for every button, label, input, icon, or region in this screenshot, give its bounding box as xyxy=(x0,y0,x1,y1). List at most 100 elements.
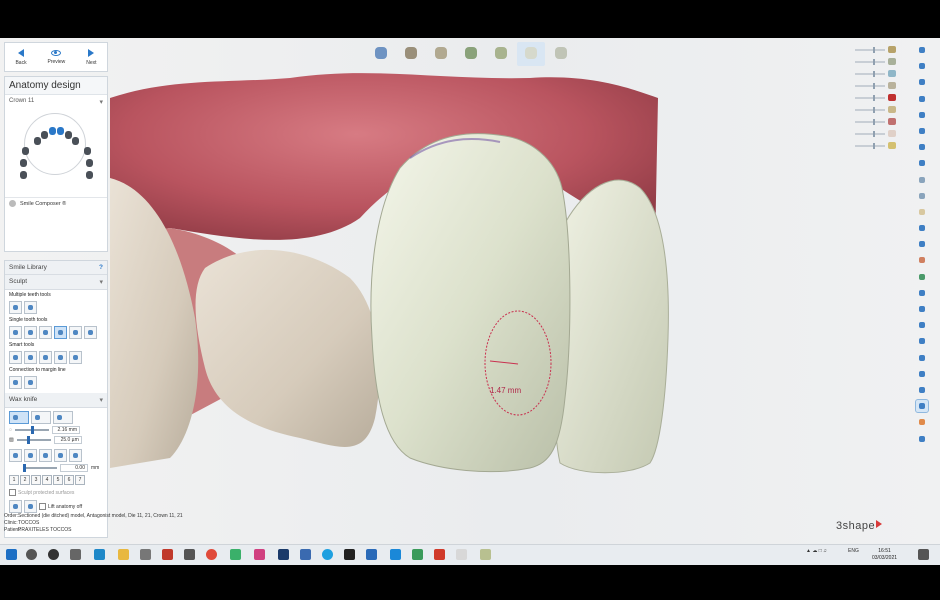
visibility-slider[interactable] xyxy=(855,94,896,101)
shape-tool-4-button[interactable] xyxy=(54,449,67,462)
lift-anatomy-checkbox[interactable] xyxy=(39,503,46,510)
scale-teeth-tool-button[interactable] xyxy=(24,301,37,314)
tray-icons[interactable]: ▲ ☁ □ ♫ xyxy=(806,548,827,554)
cortana-icon[interactable] xyxy=(48,549,59,560)
smart-tool-1-button[interactable] xyxy=(9,351,22,364)
clock[interactable]: 16:51 03/03/2021 xyxy=(872,548,897,562)
3d-viewport[interactable] xyxy=(110,38,910,544)
app-icon[interactable] xyxy=(366,549,377,560)
preview-button[interactable]: Preview xyxy=(48,49,65,65)
tool-icon[interactable] xyxy=(916,335,928,347)
tooth-icon[interactable] xyxy=(86,171,93,179)
back-button[interactable]: Back xyxy=(15,48,27,66)
app-icon[interactable] xyxy=(480,549,491,560)
app-icon[interactable] xyxy=(412,549,423,560)
visibility-slider[interactable] xyxy=(855,118,896,125)
smart-tool-4-button[interactable] xyxy=(54,351,67,364)
cusp-tool-button[interactable] xyxy=(39,326,52,339)
view-icon[interactable] xyxy=(916,93,928,105)
tool-icon[interactable] xyxy=(916,368,928,380)
number-button[interactable]: 1 xyxy=(9,475,19,485)
tool-icon[interactable] xyxy=(916,206,928,218)
tool-icon[interactable] xyxy=(916,222,928,234)
tooth-icon[interactable] xyxy=(20,159,27,167)
tooth-icon[interactable] xyxy=(84,147,91,155)
sculpt-header[interactable]: Sculpt ▾ xyxy=(5,275,107,290)
task-view-icon[interactable] xyxy=(70,549,81,560)
visibility-slider[interactable] xyxy=(855,106,896,113)
visibility-slider[interactable] xyxy=(855,142,896,149)
file-explorer-icon[interactable] xyxy=(118,549,129,560)
view-icon[interactable] xyxy=(916,141,928,153)
tooth-icon[interactable] xyxy=(49,127,56,135)
visibility-slider[interactable] xyxy=(855,70,896,77)
depth-value[interactable]: 25.0 µm xyxy=(53,436,82,444)
shape-tool-3-button[interactable] xyxy=(39,449,52,462)
smart-tool-5-button[interactable] xyxy=(69,351,82,364)
color-wheel-icon[interactable] xyxy=(916,416,928,428)
size-value[interactable]: 2.16 mm xyxy=(51,426,80,434)
smooth-tool-button[interactable] xyxy=(69,326,82,339)
remove-material-button[interactable] xyxy=(31,411,51,424)
app-icon[interactable] xyxy=(230,549,241,560)
crown-selector[interactable]: Crown 11 ▾ xyxy=(5,95,107,109)
3shape-app-icon[interactable] xyxy=(456,549,467,560)
windows-start-icon[interactable] xyxy=(6,549,17,560)
view-icon[interactable] xyxy=(916,125,928,137)
move-teeth-tool-button[interactable] xyxy=(9,301,22,314)
number-button[interactable]: 7 xyxy=(75,475,85,485)
app-icon[interactable] xyxy=(344,549,355,560)
dental-model-render[interactable] xyxy=(110,38,910,544)
number-button[interactable]: 3 xyxy=(31,475,41,485)
tool-icon[interactable] xyxy=(916,238,928,250)
smooth-slider[interactable] xyxy=(23,464,57,472)
view-icon[interactable] xyxy=(916,109,928,121)
wax-knife-tool-button[interactable] xyxy=(54,326,67,339)
number-button[interactable]: 6 xyxy=(64,475,74,485)
margin-tool-2-button[interactable] xyxy=(24,376,37,389)
view-icon[interactable] xyxy=(916,44,928,56)
tool-icon[interactable] xyxy=(916,254,928,266)
tool-icon[interactable] xyxy=(916,190,928,202)
morph-tool-button[interactable] xyxy=(24,326,37,339)
view-icon[interactable] xyxy=(916,60,928,72)
tooth-arch-selector[interactable] xyxy=(12,111,100,191)
step-finish[interactable] xyxy=(547,42,575,66)
size-slider[interactable] xyxy=(14,426,49,434)
tooth-icon[interactable] xyxy=(22,147,29,155)
view-tool-button[interactable] xyxy=(9,500,22,513)
transform-tool-button[interactable] xyxy=(9,326,22,339)
tooth-icon[interactable] xyxy=(72,137,79,145)
number-button[interactable]: 4 xyxy=(42,475,52,485)
smooth-value[interactable]: 0.00 xyxy=(60,464,88,472)
app-icon[interactable] xyxy=(434,549,445,560)
tooth-icon[interactable] xyxy=(20,171,27,179)
wax-knife-header[interactable]: Wax knife ▾ xyxy=(5,393,107,408)
language-indicator[interactable]: ENG xyxy=(848,548,859,554)
visibility-slider[interactable] xyxy=(855,46,896,53)
view-tool-2-button[interactable] xyxy=(24,500,37,513)
smile-library-header[interactable]: Smile Library ? xyxy=(5,261,107,275)
tooth-icon[interactable] xyxy=(57,127,64,135)
app-icon[interactable] xyxy=(300,549,311,560)
search-icon[interactable] xyxy=(26,549,37,560)
shape-tool-2-button[interactable] xyxy=(24,449,37,462)
smile-composer-button[interactable]: Smile Composer ® xyxy=(5,197,107,209)
edge-icon[interactable] xyxy=(94,549,105,560)
step-die[interactable] xyxy=(427,42,455,66)
tool-icon[interactable] xyxy=(916,384,928,396)
app-icon[interactable] xyxy=(184,549,195,560)
margin-tool-1-button[interactable] xyxy=(9,376,22,389)
tool-icon[interactable] xyxy=(916,319,928,331)
tool-icon[interactable] xyxy=(916,303,928,315)
tooth-icon[interactable] xyxy=(41,131,48,139)
help-icon[interactable]: ? xyxy=(99,264,103,271)
smart-tool-3-button[interactable] xyxy=(39,351,52,364)
number-button[interactable]: 2 xyxy=(20,475,30,485)
app-icon[interactable] xyxy=(140,549,151,560)
tooth-icon[interactable] xyxy=(86,159,93,167)
skype-icon[interactable] xyxy=(322,549,333,560)
visibility-slider[interactable] xyxy=(855,82,896,89)
tool-icon[interactable] xyxy=(915,399,929,414)
depth-slider[interactable] xyxy=(16,436,51,444)
